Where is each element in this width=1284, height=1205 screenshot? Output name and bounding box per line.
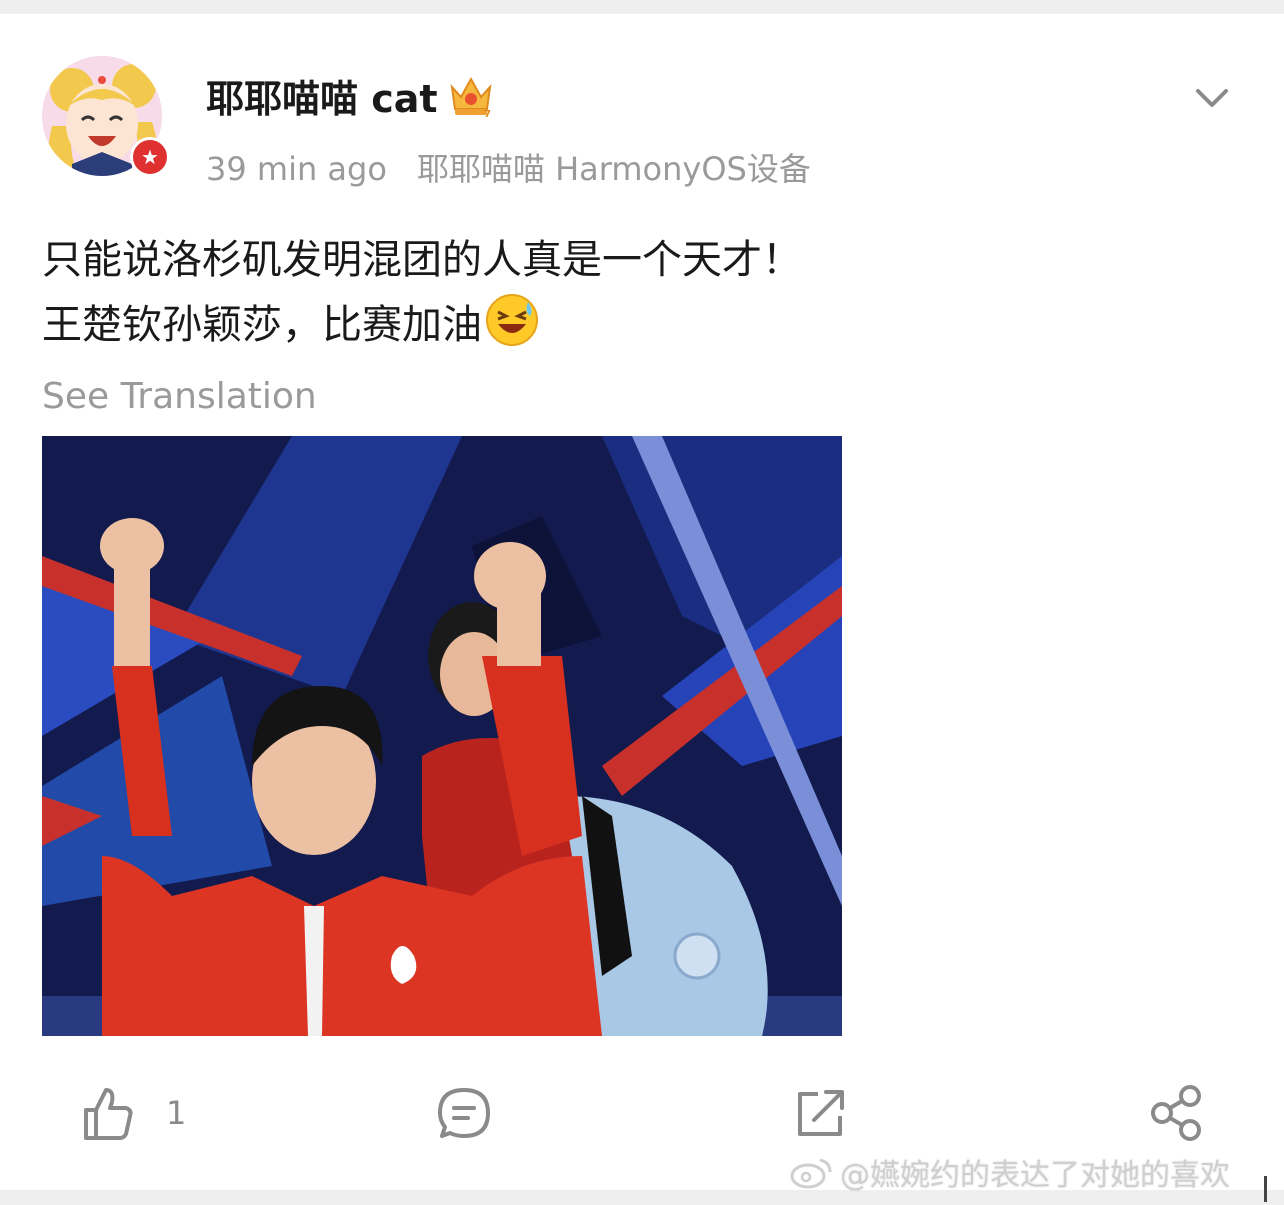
watermark-text: @嬿婉约的表达了对她的喜欢 (840, 1158, 1230, 1193)
like-count: 1 (166, 1094, 187, 1132)
share-button[interactable] (1148, 1084, 1204, 1142)
post-text-line-2-text: 王楚钦孙颖莎，比赛加油 (42, 302, 482, 348)
author-name-row[interactable]: 耶耶喵喵 cat 7 (206, 68, 496, 123)
post-body: 只能说洛杉矶发明混团的人真是一个天才！ 王楚钦孙颖莎，比赛加油 (42, 228, 802, 357)
post-text-line-2: 王楚钦孙颖莎，比赛加油 (42, 292, 802, 357)
crown-icon: 7 (450, 76, 492, 119)
like-button[interactable]: 1 (80, 1084, 186, 1142)
thumbs-up-icon (84, 1088, 133, 1140)
comment-button[interactable] (436, 1084, 492, 1142)
share-icon (1151, 1085, 1201, 1141)
post-meta: 39 min ago 耶耶喵喵 HarmonyOS设备 (206, 144, 811, 190)
svg-text:7: 7 (484, 109, 491, 119)
weibo-logo-icon (790, 1158, 832, 1189)
post-time: 39 min ago (206, 150, 387, 188)
post-card: ★ 耶耶喵喵 cat 7 39 min ago 耶耶喵喵 HarmonyOS设备 … (0, 14, 1284, 1190)
see-translation-link[interactable]: See Translation (42, 376, 317, 417)
author-name[interactable]: 耶耶喵喵 cat (206, 68, 438, 123)
comment-icon (438, 1088, 490, 1138)
post-text-line-1: 只能说洛杉矶发明混团的人真是一个天才！ (42, 237, 802, 283)
post-device: 耶耶喵喵 HarmonyOS设备 (416, 150, 811, 188)
repost-button[interactable] (792, 1084, 848, 1142)
post-image[interactable] (42, 436, 842, 1036)
verified-star-badge-icon: ★ (130, 137, 170, 177)
repost-icon (798, 1090, 844, 1136)
watermark: @嬿婉约的表达了对她的喜欢 (790, 1150, 1230, 1194)
chevron-down-icon[interactable] (1190, 76, 1234, 120)
laugh-cry-emoji-icon (486, 294, 538, 346)
corner-mark (1264, 1176, 1277, 1202)
photo-two-athletes-raising-fists (42, 436, 842, 1036)
